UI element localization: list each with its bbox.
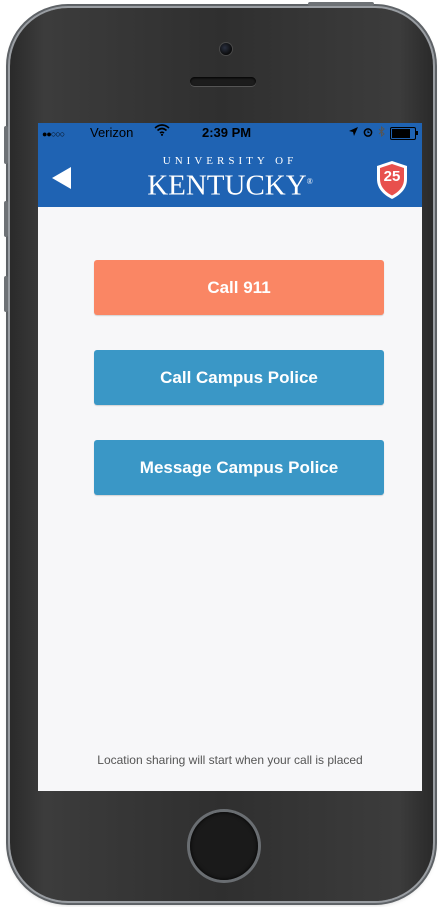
bluetooth-icon xyxy=(378,125,385,140)
message-campus-police-button[interactable]: Message Campus Police xyxy=(94,440,384,495)
logo-university-of: UNIVERSITY OF xyxy=(162,155,298,167)
front-camera xyxy=(220,43,232,55)
status-icons xyxy=(349,125,418,140)
call-911-button[interactable]: Call 911 xyxy=(94,260,384,315)
power-button xyxy=(308,2,374,6)
alarm-icon xyxy=(363,127,373,140)
battery-tip xyxy=(416,130,418,135)
back-arrow-icon[interactable] xyxy=(52,167,71,189)
status-bar: ●●○○○ Verizon 2:39 PM xyxy=(38,123,422,143)
wifi-icon xyxy=(154,124,170,139)
mute-switch xyxy=(4,126,8,164)
phone-frame: ●●○○○ Verizon 2:39 PM UNIVERSITY OF KENT… xyxy=(4,2,433,901)
battery-icon xyxy=(390,126,418,140)
call-campus-police-button[interactable]: Call Campus Police xyxy=(94,350,384,405)
app-screen: ●●○○○ Verizon 2:39 PM UNIVERSITY OF KENT… xyxy=(38,123,422,791)
location-arrow-icon xyxy=(349,127,358,139)
logo-kentucky: KENTUCKY® xyxy=(130,167,330,201)
volume-down-button xyxy=(4,276,8,312)
logo-kentucky-text: KENTUCKY xyxy=(147,169,307,202)
header-bar: ●●○○○ Verizon 2:39 PM UNIVERSITY OF KENT… xyxy=(38,123,422,207)
university-logo: UNIVERSITY OF KENTUCKY® xyxy=(130,155,330,201)
battery-level xyxy=(392,128,410,138)
location-sharing-note: Location sharing will start when your ca… xyxy=(97,753,363,767)
home-button[interactable] xyxy=(190,812,258,880)
logo-registered-mark: ® xyxy=(306,177,313,186)
earpiece-speaker xyxy=(190,77,256,86)
carrier-name: Verizon xyxy=(90,125,134,140)
signal-dots-icon: ●●○○○ xyxy=(42,129,65,139)
status-time: 2:39 PM xyxy=(202,125,252,140)
volume-up-button xyxy=(4,201,8,237)
shield-badge[interactable]: 25 xyxy=(375,160,409,200)
badge-count: 25 xyxy=(383,168,401,185)
